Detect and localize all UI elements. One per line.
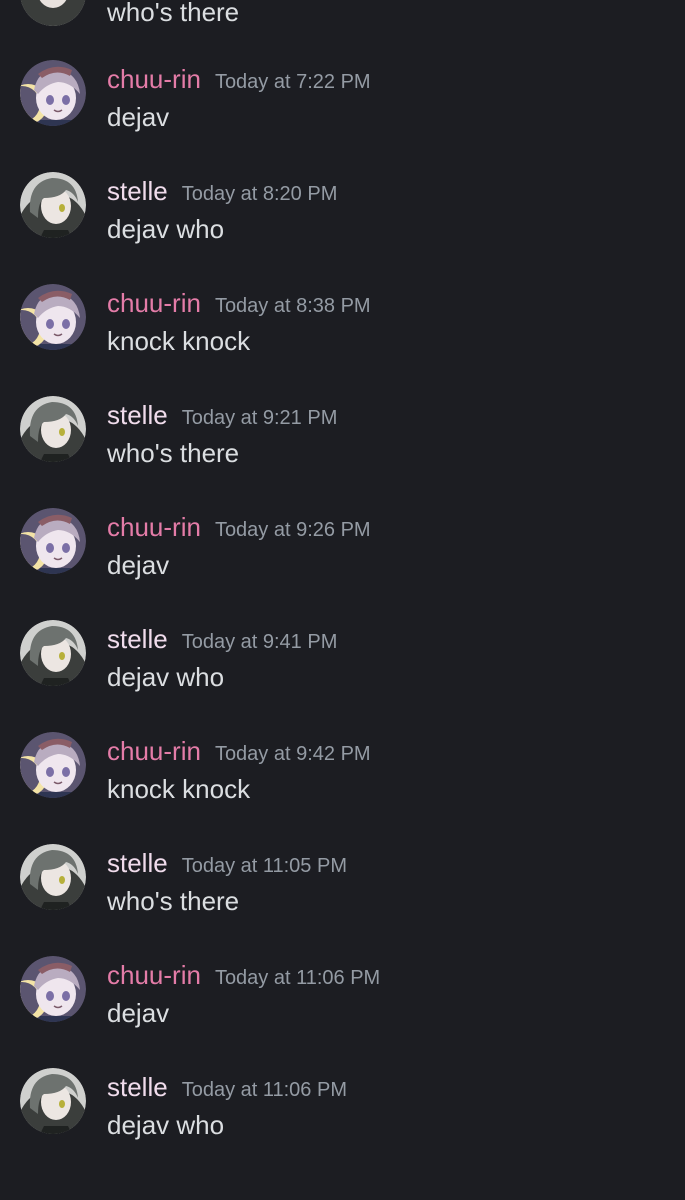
message-row[interactable]: stelle Today at 11:05 PM who's there bbox=[0, 844, 685, 944]
timestamp: Today at 9:41 PM bbox=[181, 631, 338, 653]
username[interactable]: stelle bbox=[107, 174, 168, 208]
message-header: stelle Today at 9:41 PM bbox=[107, 622, 337, 656]
timestamp: Today at 9:21 PM bbox=[181, 407, 338, 429]
message-row[interactable]: chuu-rin Today at 8:38 PM knock knock bbox=[0, 284, 685, 384]
message-content: dejav bbox=[107, 550, 170, 580]
chat-message-list[interactable]: who's there chuu-rin Today at 7:22 PM deja… bbox=[0, 0, 685, 1200]
timestamp: Today at 7:22 PM bbox=[214, 71, 371, 93]
message-header: chuu-rin Today at 9:26 PM bbox=[107, 510, 371, 544]
message-content: dejav who bbox=[107, 1110, 225, 1140]
stelle-avatar-icon[interactable] bbox=[20, 844, 86, 910]
stelle-avatar-icon[interactable] bbox=[20, 396, 86, 462]
stelle-avatar-icon[interactable] bbox=[20, 172, 86, 238]
message-content: dejav who bbox=[107, 214, 225, 244]
message-content: knock knock bbox=[107, 774, 251, 804]
message-content: who's there bbox=[107, 0, 240, 27]
chuu-rin-avatar-icon[interactable] bbox=[20, 732, 86, 798]
partial-message: who's there bbox=[0, 0, 685, 27]
message-header: stelle Today at 8:20 PM bbox=[107, 174, 337, 208]
message-header: chuu-rin Today at 11:06 PM bbox=[107, 958, 380, 992]
message-header: chuu-rin Today at 9:42 PM bbox=[107, 734, 371, 768]
username[interactable]: stelle bbox=[107, 622, 168, 656]
message-content: dejav bbox=[107, 998, 170, 1028]
timestamp: Today at 8:20 PM bbox=[181, 183, 338, 205]
chuu-rin-avatar-icon[interactable] bbox=[20, 284, 86, 350]
message-header: chuu-rin Today at 7:22 PM bbox=[107, 62, 371, 96]
message-content: dejav who bbox=[107, 662, 225, 692]
chuu-rin-avatar-icon[interactable] bbox=[20, 956, 86, 1022]
message-row[interactable]: stelle Today at 8:20 PM dejav who bbox=[0, 172, 685, 272]
username[interactable]: chuu-rin bbox=[107, 62, 201, 96]
username[interactable]: stelle bbox=[107, 846, 168, 880]
timestamp: Today at 11:06 PM bbox=[214, 967, 381, 989]
chuu-rin-avatar-icon[interactable] bbox=[20, 508, 86, 574]
message-row[interactable]: chuu-rin Today at 9:42 PM knock knock bbox=[0, 732, 685, 832]
timestamp: Today at 11:05 PM bbox=[181, 855, 347, 877]
timestamp: Today at 9:26 PM bbox=[214, 519, 371, 541]
timestamp: Today at 9:42 PM bbox=[214, 743, 371, 765]
message-row[interactable]: chuu-rin Today at 7:22 PM dejav bbox=[0, 60, 685, 160]
username[interactable]: chuu-rin bbox=[107, 734, 201, 768]
message-row[interactable]: stelle Today at 9:41 PM dejav who bbox=[0, 620, 685, 720]
message-content: knock knock bbox=[107, 326, 251, 356]
message-header: stelle Today at 11:06 PM bbox=[107, 1070, 347, 1104]
chuu-rin-avatar-icon[interactable] bbox=[20, 60, 86, 126]
timestamp: Today at 8:38 PM bbox=[214, 295, 371, 317]
username[interactable]: stelle bbox=[107, 398, 168, 432]
message-row[interactable]: chuu-rin Today at 9:26 PM dejav bbox=[0, 508, 685, 608]
message-row[interactable]: stelle Today at 9:21 PM who's there bbox=[0, 396, 685, 496]
message-row[interactable]: stelle Today at 11:06 PM dejav who bbox=[0, 1068, 685, 1168]
message-row[interactable]: chuu-rin Today at 11:06 PM dejav bbox=[0, 956, 685, 1056]
message-content: who's there bbox=[107, 886, 240, 916]
username[interactable]: chuu-rin bbox=[107, 958, 201, 992]
message-header: stelle Today at 9:21 PM bbox=[107, 398, 337, 432]
message-header: stelle Today at 11:05 PM bbox=[107, 846, 347, 880]
username[interactable]: stelle bbox=[107, 1070, 168, 1104]
stelle-avatar-icon[interactable] bbox=[20, 0, 86, 26]
message-content: dejav bbox=[107, 102, 170, 132]
message-content: who's there bbox=[107, 438, 240, 468]
username[interactable]: chuu-rin bbox=[107, 286, 201, 320]
username[interactable]: chuu-rin bbox=[107, 510, 201, 544]
stelle-avatar-icon[interactable] bbox=[20, 620, 86, 686]
timestamp: Today at 11:06 PM bbox=[181, 1079, 347, 1101]
message-header: chuu-rin Today at 8:38 PM bbox=[107, 286, 371, 320]
stelle-avatar-icon[interactable] bbox=[20, 1068, 86, 1134]
